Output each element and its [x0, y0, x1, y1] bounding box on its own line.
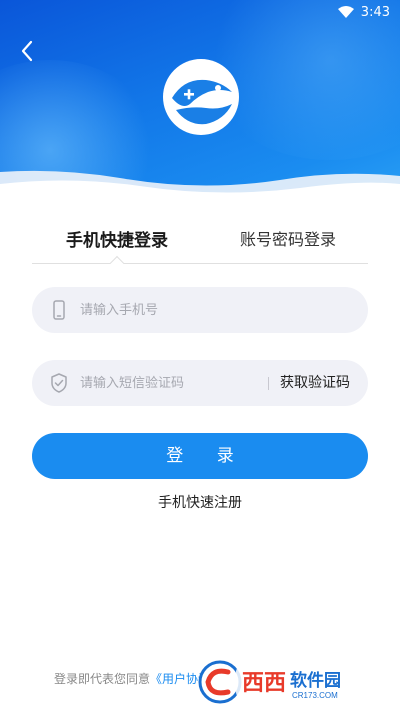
svg-text:CR173.COM: CR173.COM	[292, 691, 338, 700]
phone-field	[32, 287, 368, 333]
agreement-prefix: 登录即代表您同意	[54, 672, 151, 686]
get-code-button[interactable]: 获取验证码	[280, 360, 350, 406]
header-banner: 3:43	[0, 0, 400, 200]
field-separator	[268, 377, 269, 390]
login-tabs: 手机快捷登录 账号密码登录	[32, 222, 368, 271]
app-logo-icon	[163, 59, 239, 135]
sms-code-field: 获取验证码	[32, 360, 368, 406]
sms-code-input[interactable]	[80, 360, 280, 406]
active-tab-indicator	[109, 255, 125, 271]
tabs-divider	[32, 263, 368, 264]
register-link[interactable]: 手机快速注册	[0, 492, 400, 512]
status-time: 3:43	[360, 5, 390, 20]
back-button[interactable]	[14, 38, 40, 64]
tab-account-login[interactable]: 账号密码登录	[240, 226, 336, 250]
login-button[interactable]: 登 录	[32, 433, 368, 479]
header-wave	[0, 170, 400, 200]
chevron-left-icon	[21, 40, 33, 62]
agreement-text: 登录即代表您同意《用户协议》	[54, 670, 222, 687]
watermark-logo: 西西 软件园 CR173.COM	[198, 660, 380, 704]
status-bar: 3:43	[0, 0, 400, 26]
svg-text:西西: 西西	[242, 670, 286, 695]
shield-check-icon	[51, 373, 67, 393]
tab-phone-login[interactable]: 手机快捷登录	[66, 226, 168, 251]
phone-input[interactable]	[80, 287, 280, 333]
phone-icon	[53, 300, 65, 320]
svg-text:软件园: 软件园	[290, 670, 341, 690]
wifi-icon	[338, 6, 354, 18]
